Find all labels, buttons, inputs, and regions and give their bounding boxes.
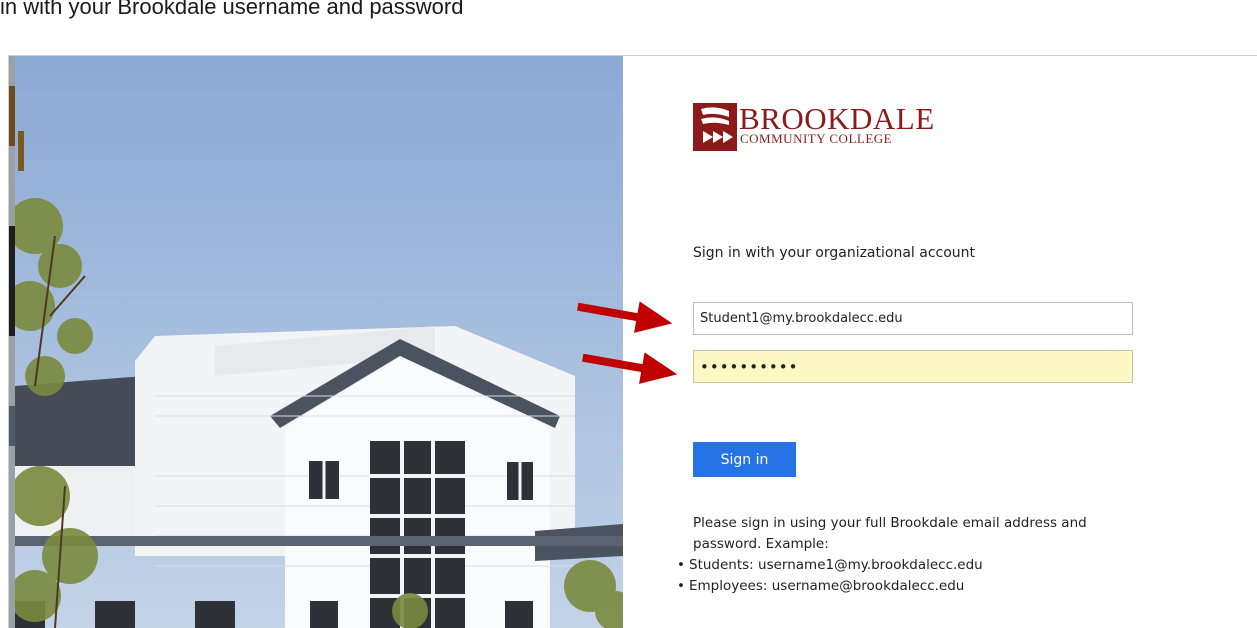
bullet-icon: • xyxy=(677,578,685,594)
list-item: • Students: username1@my.brookdalecc.edu xyxy=(677,555,1113,576)
username-field[interactable] xyxy=(693,302,1133,335)
sign-in-help: Please sign in using your full Brookdale… xyxy=(677,513,1113,597)
bullet-icon: • xyxy=(677,557,685,573)
list-item: • Employees: username@brookdalecc.edu xyxy=(677,576,1113,597)
document-heading: in with your Brookdale username and pass… xyxy=(0,0,464,19)
login-screenshot: BROOKDALE COMMUNITY COLLEGE Sign in with… xyxy=(8,55,1257,628)
help-examples: • Students: username1@my.brookdalecc.edu … xyxy=(677,555,1113,597)
sign-in-prompt: Sign in with your organizational account xyxy=(693,245,976,261)
help-example-students: Students: username1@my.brookdalecc.edu xyxy=(689,557,983,573)
help-example-employees: Employees: username@brookdalecc.edu xyxy=(689,578,965,594)
brookdale-logo-mark xyxy=(693,103,737,151)
password-field[interactable] xyxy=(693,350,1133,383)
logo-sub-text: COMMUNITY COLLEGE xyxy=(740,131,893,146)
arrow-icon xyxy=(582,352,678,384)
sign-in-panel: BROOKDALE COMMUNITY COLLEGE Sign in with… xyxy=(623,56,1257,628)
sign-in-button[interactable]: Sign in xyxy=(693,442,796,477)
arrow-icon xyxy=(577,301,673,333)
help-text: Please sign in using your full Brookdale… xyxy=(693,515,1087,552)
campus-building-photo xyxy=(15,56,623,628)
brookdale-logo: BROOKDALE COMMUNITY COLLEGE xyxy=(693,101,953,151)
